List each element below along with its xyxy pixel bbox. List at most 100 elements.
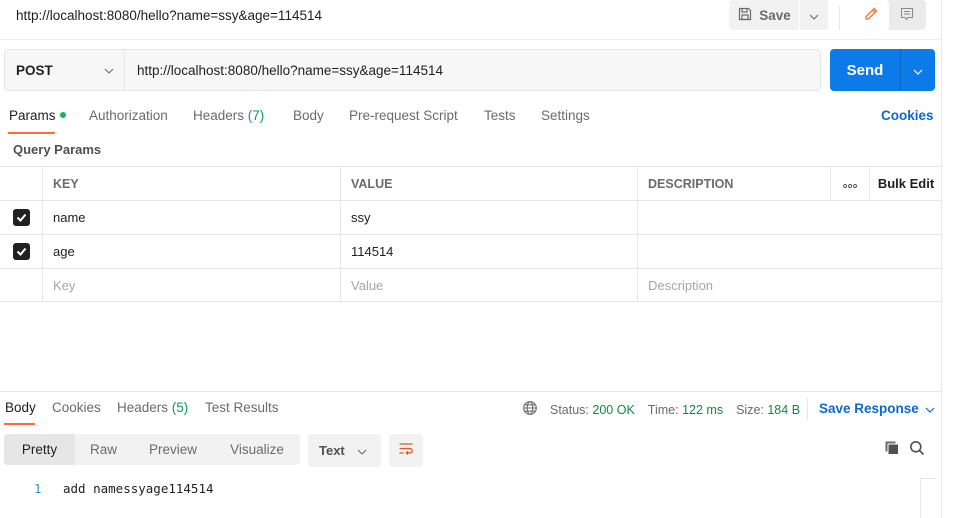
send-button[interactable]: Send	[830, 49, 900, 91]
table-row: name ssy	[0, 200, 942, 234]
size-label: Size:	[736, 402, 764, 417]
tab-label: Headers	[117, 400, 169, 415]
row-checkbox[interactable]	[13, 209, 30, 226]
new-key-input[interactable]: Key	[42, 269, 340, 301]
chevron-down-icon	[925, 401, 935, 416]
save-response-button[interactable]: Save Response	[819, 401, 935, 416]
status-label: Status:	[550, 402, 589, 417]
response-tab-test-results[interactable]: Test Results	[205, 400, 279, 415]
response-size[interactable]: Size: 184 B	[736, 403, 800, 417]
time-value: 122 ms	[682, 402, 724, 417]
param-key-cell[interactable]: name	[42, 201, 340, 234]
code-line: add namessyage114514	[63, 481, 214, 496]
tab-label: Headers	[193, 108, 245, 123]
column-header-value: VALUE	[340, 167, 637, 200]
chevron-down-icon	[913, 63, 923, 78]
tab-label: Body	[5, 400, 36, 415]
tab-label: Body	[293, 108, 324, 123]
response-tab-headers[interactable]: Headers (5)	[117, 400, 188, 415]
tab-label: Test Results	[205, 400, 279, 415]
table-row: age 114514	[0, 234, 942, 268]
request-header: http://localhost:8080/hello?name=ssy&age…	[0, 0, 942, 40]
tab-label: Cookies	[52, 400, 101, 415]
param-key-cell[interactable]: age	[42, 235, 340, 268]
line-number: 1	[34, 481, 42, 496]
size-value: 184 B	[767, 402, 801, 417]
param-value-cell[interactable]: 114514	[340, 235, 637, 268]
time-label: Time:	[647, 402, 679, 417]
request-title[interactable]: http://localhost:8080/hello?name=ssy&age…	[16, 8, 322, 23]
param-description-cell[interactable]	[637, 235, 942, 268]
view-preview-button[interactable]: Preview	[132, 434, 214, 465]
wrap-lines-button[interactable]	[389, 434, 423, 467]
view-raw-button[interactable]: Raw	[75, 434, 132, 465]
search-icon[interactable]	[909, 440, 925, 459]
tab-label: Settings	[541, 108, 590, 123]
column-header-key: KEY	[42, 167, 340, 200]
row-checkbox[interactable]	[13, 243, 30, 260]
tab-count: (7)	[247, 108, 265, 123]
response-status[interactable]: Status: 200 OK	[550, 403, 635, 417]
request-tabs: Params Authorization Headers (7) Body Pr…	[0, 104, 942, 134]
wrap-text-icon	[398, 442, 414, 459]
tab-count: (5)	[171, 400, 189, 415]
save-options-dropdown[interactable]	[800, 0, 828, 30]
response-tab-body[interactable]: Body	[5, 400, 36, 415]
params-active-dot-icon	[59, 112, 66, 119]
cookies-link[interactable]: Cookies	[881, 108, 934, 123]
table-row-new: Key Value Description	[0, 268, 942, 302]
tab-label: Authorization	[89, 108, 168, 123]
checkmark-icon	[16, 210, 27, 225]
tab-pre-request-script[interactable]: Pre-request Script	[349, 108, 458, 123]
new-value-input[interactable]: Value	[340, 269, 637, 301]
chevron-down-icon	[104, 62, 114, 77]
globe-icon[interactable]	[522, 400, 538, 419]
column-options-button[interactable]	[830, 167, 869, 200]
param-description-cell[interactable]	[637, 201, 942, 234]
row-checkbox-cell	[0, 269, 43, 301]
editor-scrollbar[interactable]	[920, 478, 936, 518]
active-response-tab-indicator	[4, 423, 35, 425]
param-value-cell[interactable]: ssy	[340, 201, 637, 234]
checkmark-icon	[16, 244, 27, 259]
tab-headers[interactable]: Headers (7)	[193, 108, 264, 123]
edit-mode-button[interactable]	[853, 0, 889, 30]
save-floppy-icon	[737, 6, 753, 25]
tab-tests[interactable]: Tests	[484, 108, 516, 123]
tab-authorization[interactable]: Authorization	[89, 108, 168, 123]
chevron-down-icon	[357, 443, 367, 458]
response-time[interactable]: Time: 122 ms	[648, 403, 723, 417]
tab-body[interactable]: Body	[293, 108, 324, 123]
url-text: http://localhost:8080/hello?name=ssy&age…	[137, 62, 443, 78]
save-button-group: Save	[729, 0, 828, 30]
comment-icon	[899, 6, 915, 25]
active-tab-indicator	[8, 132, 55, 134]
view-visualize-button[interactable]: Visualize	[214, 434, 300, 465]
tab-settings[interactable]: Settings	[541, 108, 590, 123]
save-button[interactable]: Save	[729, 0, 799, 30]
save-response-label: Save Response	[819, 401, 919, 416]
response-meta: Status: 200 OK Time: 122 ms Size: 184 B	[522, 400, 813, 419]
more-horizontal-icon	[843, 176, 857, 191]
tab-params[interactable]: Params	[9, 108, 66, 123]
tab-label: Tests	[484, 108, 516, 123]
query-params-table: KEY VALUE DESCRIPTION Bulk Edit name ssy…	[0, 166, 942, 302]
send-options-dropdown[interactable]	[900, 49, 935, 91]
status-value: 200 OK	[592, 402, 635, 417]
url-input[interactable]: http://localhost:8080/hello?name=ssy&age…	[125, 49, 821, 91]
format-select[interactable]: Text	[308, 434, 381, 467]
comments-button[interactable]	[889, 0, 925, 30]
tab-label: Params	[9, 108, 56, 123]
response-tab-cookies[interactable]: Cookies	[52, 400, 101, 415]
side-panel-toggle	[853, 0, 926, 30]
pencil-icon	[863, 6, 879, 25]
column-header-description: DESCRIPTION	[637, 167, 830, 200]
save-label: Save	[759, 7, 791, 23]
row-checkbox-cell	[0, 235, 43, 268]
request-workspace: http://localhost:8080/hello?name=ssy&age…	[0, 0, 942, 518]
copy-icon[interactable]	[884, 440, 900, 459]
new-description-input[interactable]: Description	[637, 269, 942, 301]
view-pretty-button[interactable]: Pretty	[4, 434, 75, 465]
bulk-edit-button[interactable]: Bulk Edit	[869, 167, 942, 200]
method-select[interactable]: POST	[4, 49, 125, 91]
